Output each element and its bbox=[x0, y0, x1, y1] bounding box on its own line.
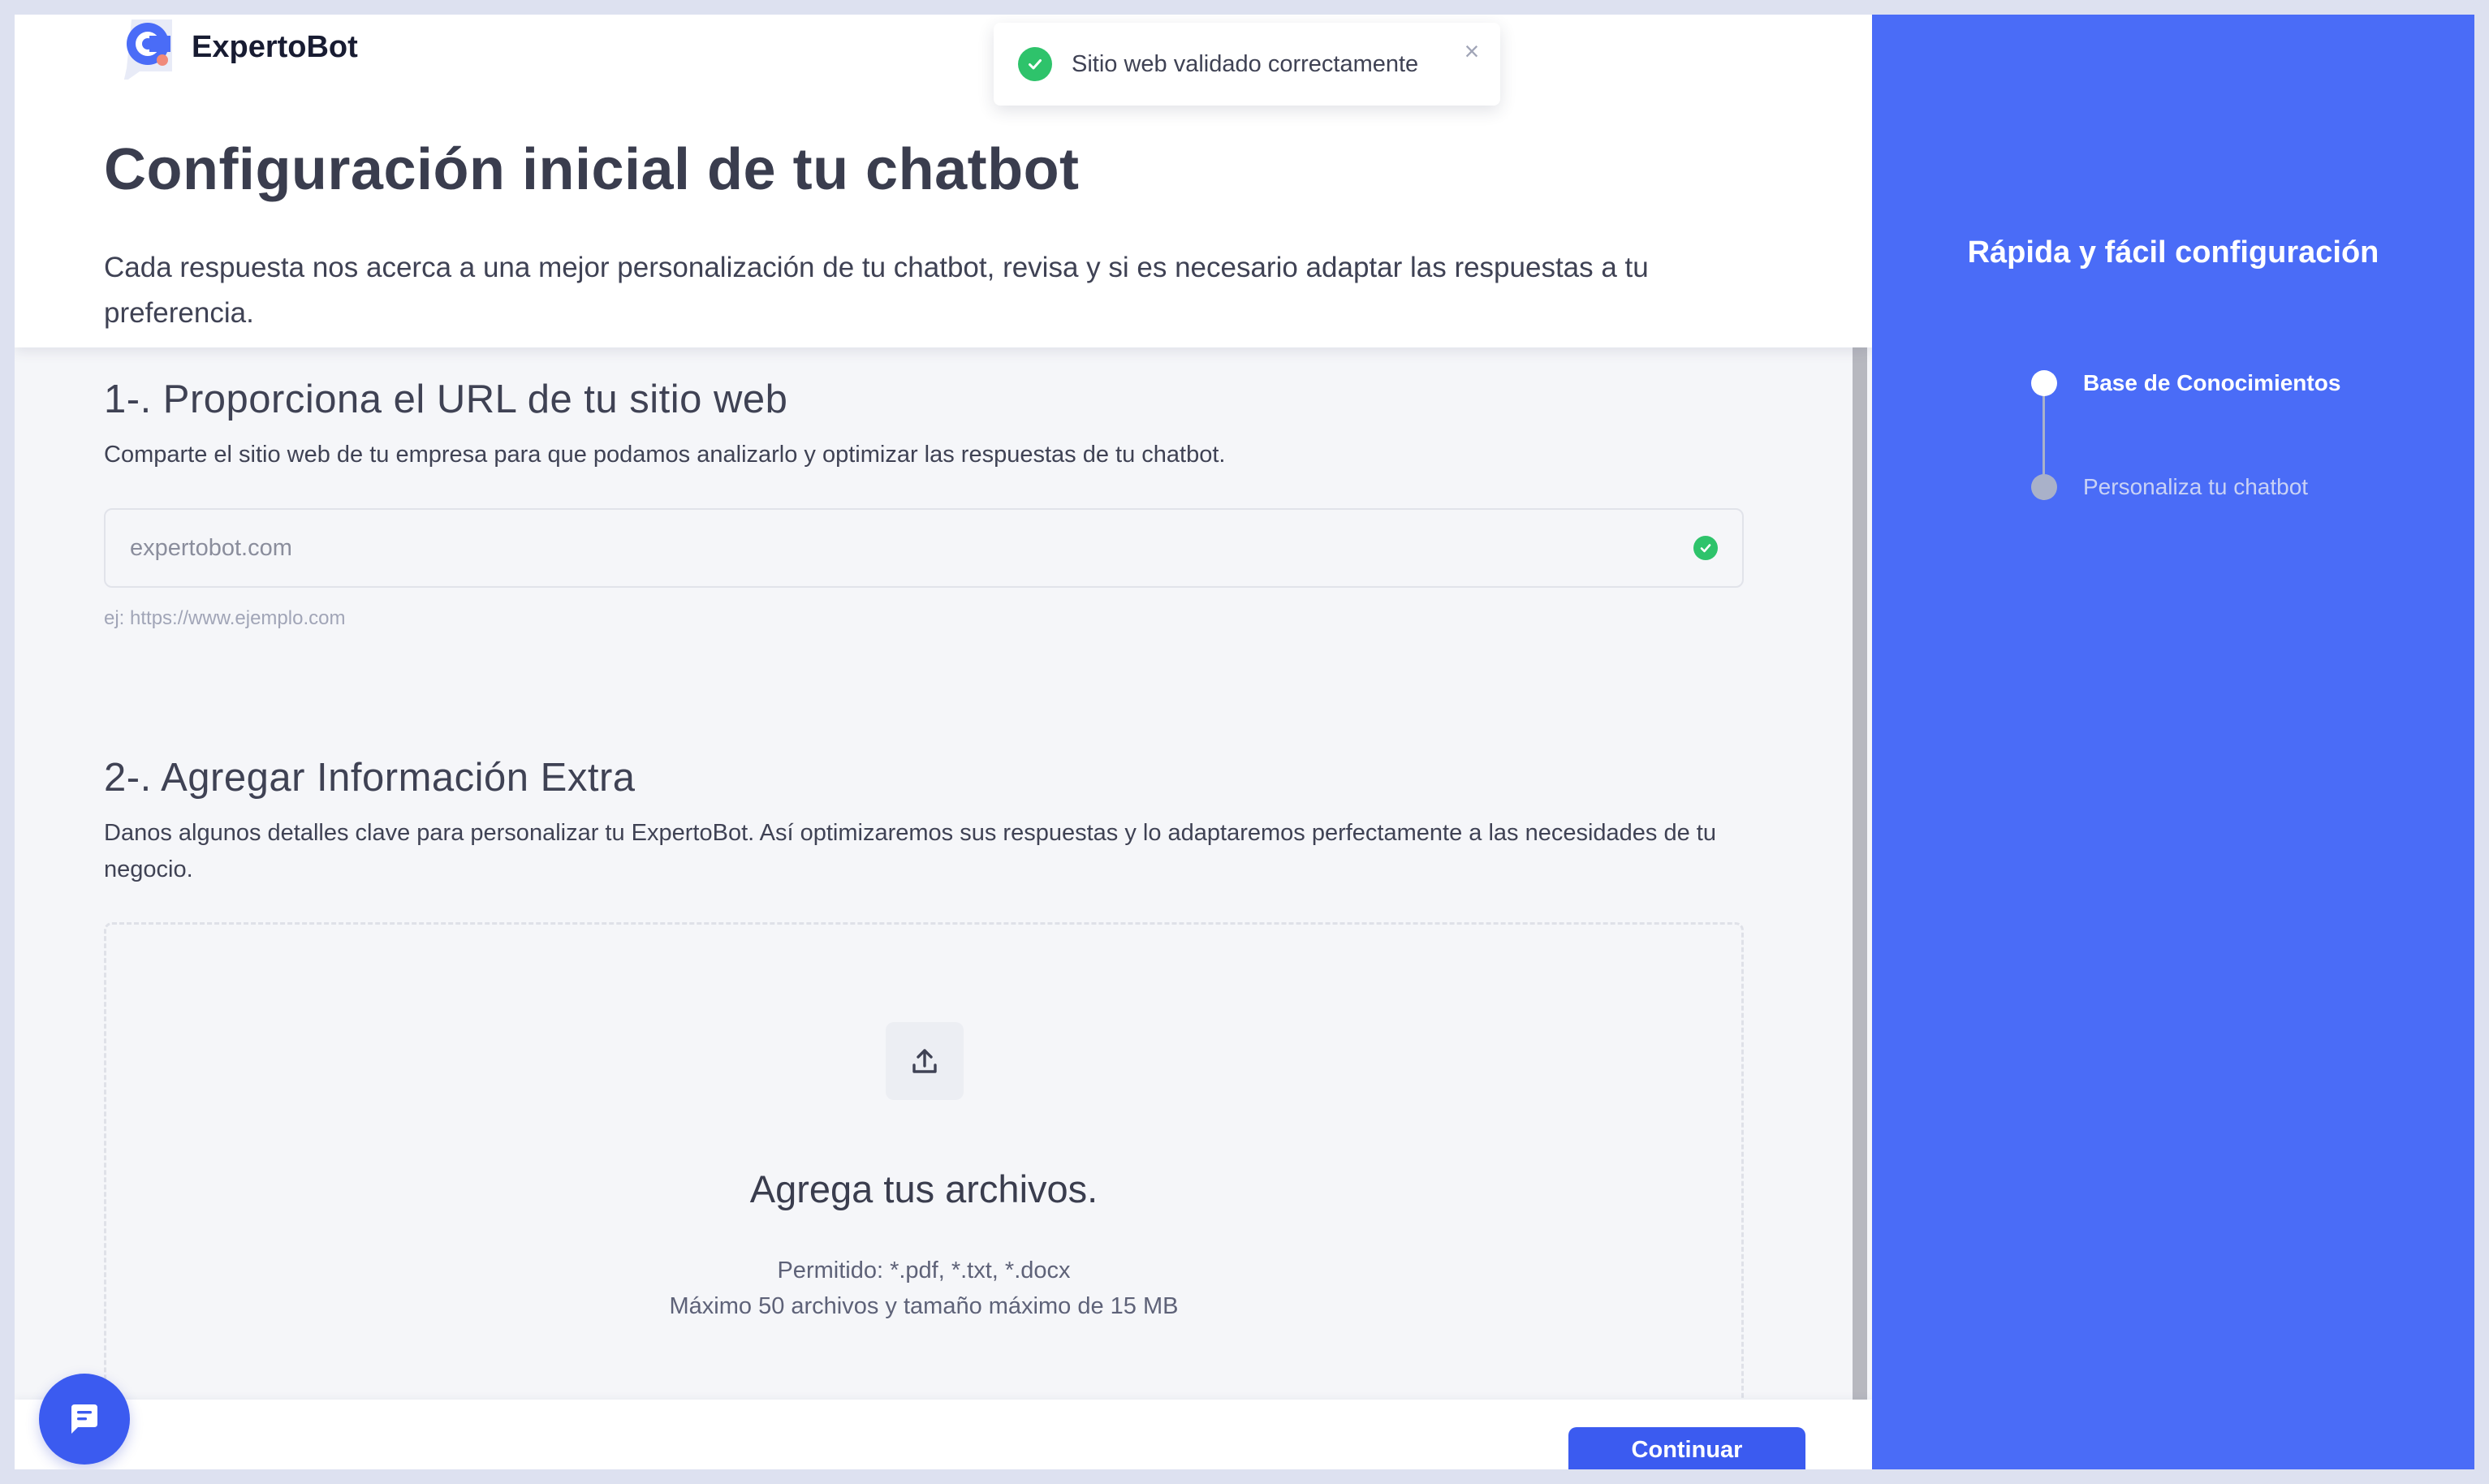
page-header: ExpertoBot Configuración inicial de tu c… bbox=[15, 15, 1872, 347]
sidebar-title: Rápida y fácil configuración bbox=[1967, 235, 2379, 270]
section-extra-info: 2-. Agregar Información Extra Danos algu… bbox=[104, 755, 1760, 888]
section-extra-title: 2-. Agregar Información Extra bbox=[104, 756, 636, 800]
app-name: ExpertoBot bbox=[192, 29, 358, 64]
app-logo[interactable]: ExpertoBot bbox=[115, 15, 358, 83]
step-label: Personaliza tu chatbot bbox=[2083, 474, 2309, 499]
toast-message: Sitio web validado correctamente bbox=[1072, 50, 1419, 77]
close-icon[interactable]: × bbox=[1461, 38, 1482, 64]
app-window: ExpertoBot Configuración inicial de tu c… bbox=[15, 15, 2474, 1469]
scrollbar[interactable] bbox=[1853, 347, 1867, 1411]
dropzone-allowed: Permitido: *.pdf, *.txt, *.docx bbox=[777, 1258, 1071, 1283]
upload-button[interactable] bbox=[886, 1022, 964, 1100]
section-extra-description: Danos algunos detalles clave para person… bbox=[104, 820, 1716, 882]
page-title: Configuración inicial de tu chatbot bbox=[104, 137, 1080, 202]
url-input[interactable] bbox=[106, 510, 1693, 586]
dropzone-limits: Máximo 50 archivos y tamaño máximo de 15… bbox=[669, 1293, 1179, 1319]
dropzone-title: Agrega tus archivos. bbox=[749, 1167, 1098, 1210]
step-customize-chatbot[interactable]: Personaliza tu chatbot bbox=[2031, 474, 2308, 500]
page-footer: Continuar bbox=[15, 1400, 1872, 1469]
step-dot-active bbox=[2031, 370, 2057, 396]
step-label: Base de Conocimientos bbox=[2083, 370, 2341, 395]
setup-sidebar: Rápida y fácil configuración Base de Con… bbox=[1872, 15, 2474, 1469]
url-hint: ej: https://www.ejemplo.com bbox=[104, 607, 346, 629]
upload-icon bbox=[912, 1049, 937, 1073]
section-url: 1-. Proporciona el URL de tu sitio web C… bbox=[104, 377, 1760, 473]
expertobot-logo-icon bbox=[115, 15, 180, 83]
page-description: Cada respuesta nos acerca a una mejor pe… bbox=[104, 252, 1649, 329]
section-url-description: Comparte el sitio web de tu empresa para… bbox=[104, 442, 1226, 468]
step-dot-inactive bbox=[2031, 474, 2057, 500]
chat-icon bbox=[71, 1404, 97, 1434]
continue-button[interactable]: Continuar bbox=[1568, 1427, 1805, 1469]
check-circle-icon bbox=[1693, 536, 1718, 560]
main-content: ExpertoBot Configuración inicial de tu c… bbox=[15, 15, 1872, 1469]
success-toast: Sitio web validado correctamente × bbox=[994, 23, 1500, 106]
step-knowledge-base[interactable]: Base de Conocimientos bbox=[2031, 370, 2340, 396]
section-url-title: 1-. Proporciona el URL de tu sitio web bbox=[104, 377, 788, 421]
file-dropzone[interactable]: Agrega tus archivos. Permitido: *.pdf, *… bbox=[104, 922, 1744, 1469]
url-field[interactable] bbox=[104, 508, 1744, 588]
check-circle-icon bbox=[1018, 47, 1052, 81]
chat-button[interactable] bbox=[39, 1374, 130, 1465]
